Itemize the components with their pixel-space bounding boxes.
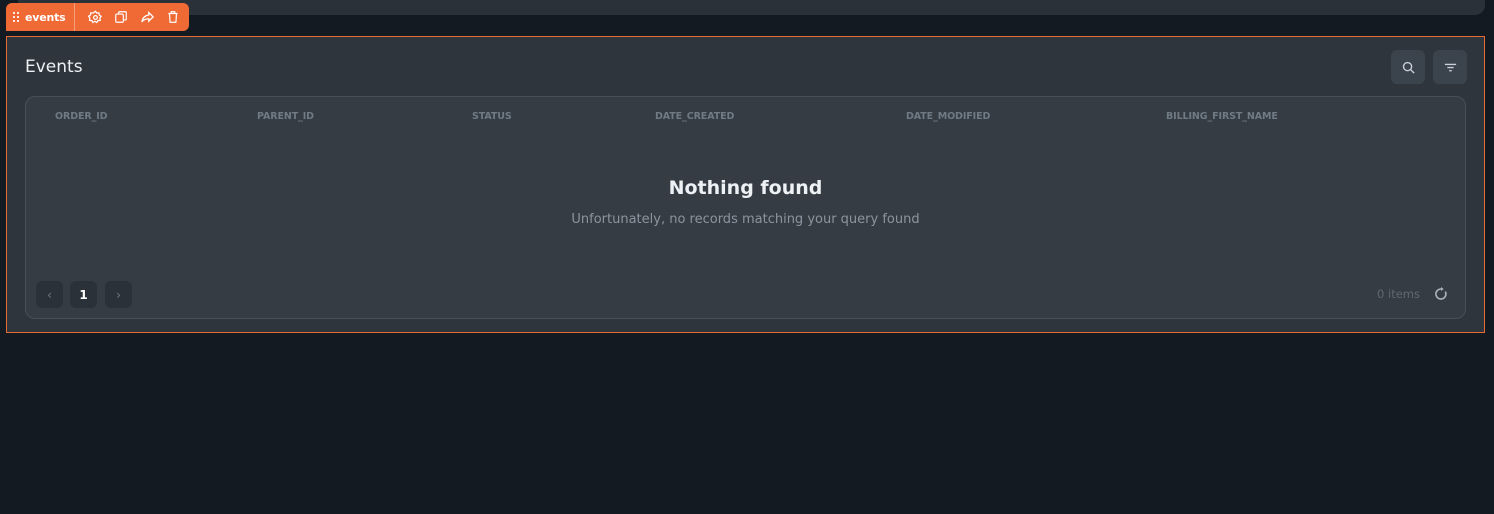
share-icon[interactable] <box>139 9 156 26</box>
grip-icon <box>13 12 19 22</box>
widget-title: Events <box>25 57 83 77</box>
column-header-billing-first-name[interactable]: BILLING_FIRST_NAME <box>1166 111 1278 122</box>
data-table: ORDER_ID PARENT_ID STATUS DATE_CREATED D… <box>25 96 1466 319</box>
next-page-button[interactable]: › <box>105 281 132 308</box>
widget-name: events <box>25 10 66 24</box>
filter-icon <box>1444 63 1456 71</box>
widget-toolbar: events <box>6 3 189 31</box>
search-button[interactable] <box>1391 50 1425 84</box>
drag-handle[interactable]: events <box>6 3 75 31</box>
events-widget: Events ORDER_ID PARENT_ID STATUS DATE_CR… <box>6 36 1485 333</box>
column-header-date-created[interactable]: DATE_CREATED <box>655 111 734 122</box>
delete-icon[interactable] <box>165 9 182 26</box>
search-icon <box>1402 61 1415 74</box>
column-header-status[interactable]: STATUS <box>472 111 512 122</box>
previous-widget-edge <box>18 0 1485 15</box>
filter-button[interactable] <box>1433 50 1467 84</box>
page-button-current[interactable]: 1 <box>70 281 97 308</box>
refresh-icon <box>1435 287 1447 300</box>
prev-page-button[interactable]: ‹ <box>36 281 63 308</box>
items-count: 0 items <box>1377 287 1420 301</box>
empty-state-title: Nothing found <box>668 177 823 199</box>
settings-icon[interactable] <box>87 9 104 26</box>
empty-state-message: Unfortunately, no records matching your … <box>571 212 920 227</box>
refresh-button[interactable] <box>1433 286 1449 302</box>
duplicate-icon[interactable] <box>113 9 130 26</box>
column-header-order-id[interactable]: ORDER_ID <box>55 111 108 122</box>
column-header-date-modified[interactable]: DATE_MODIFIED <box>906 111 990 122</box>
column-header-parent-id[interactable]: PARENT_ID <box>257 111 314 122</box>
